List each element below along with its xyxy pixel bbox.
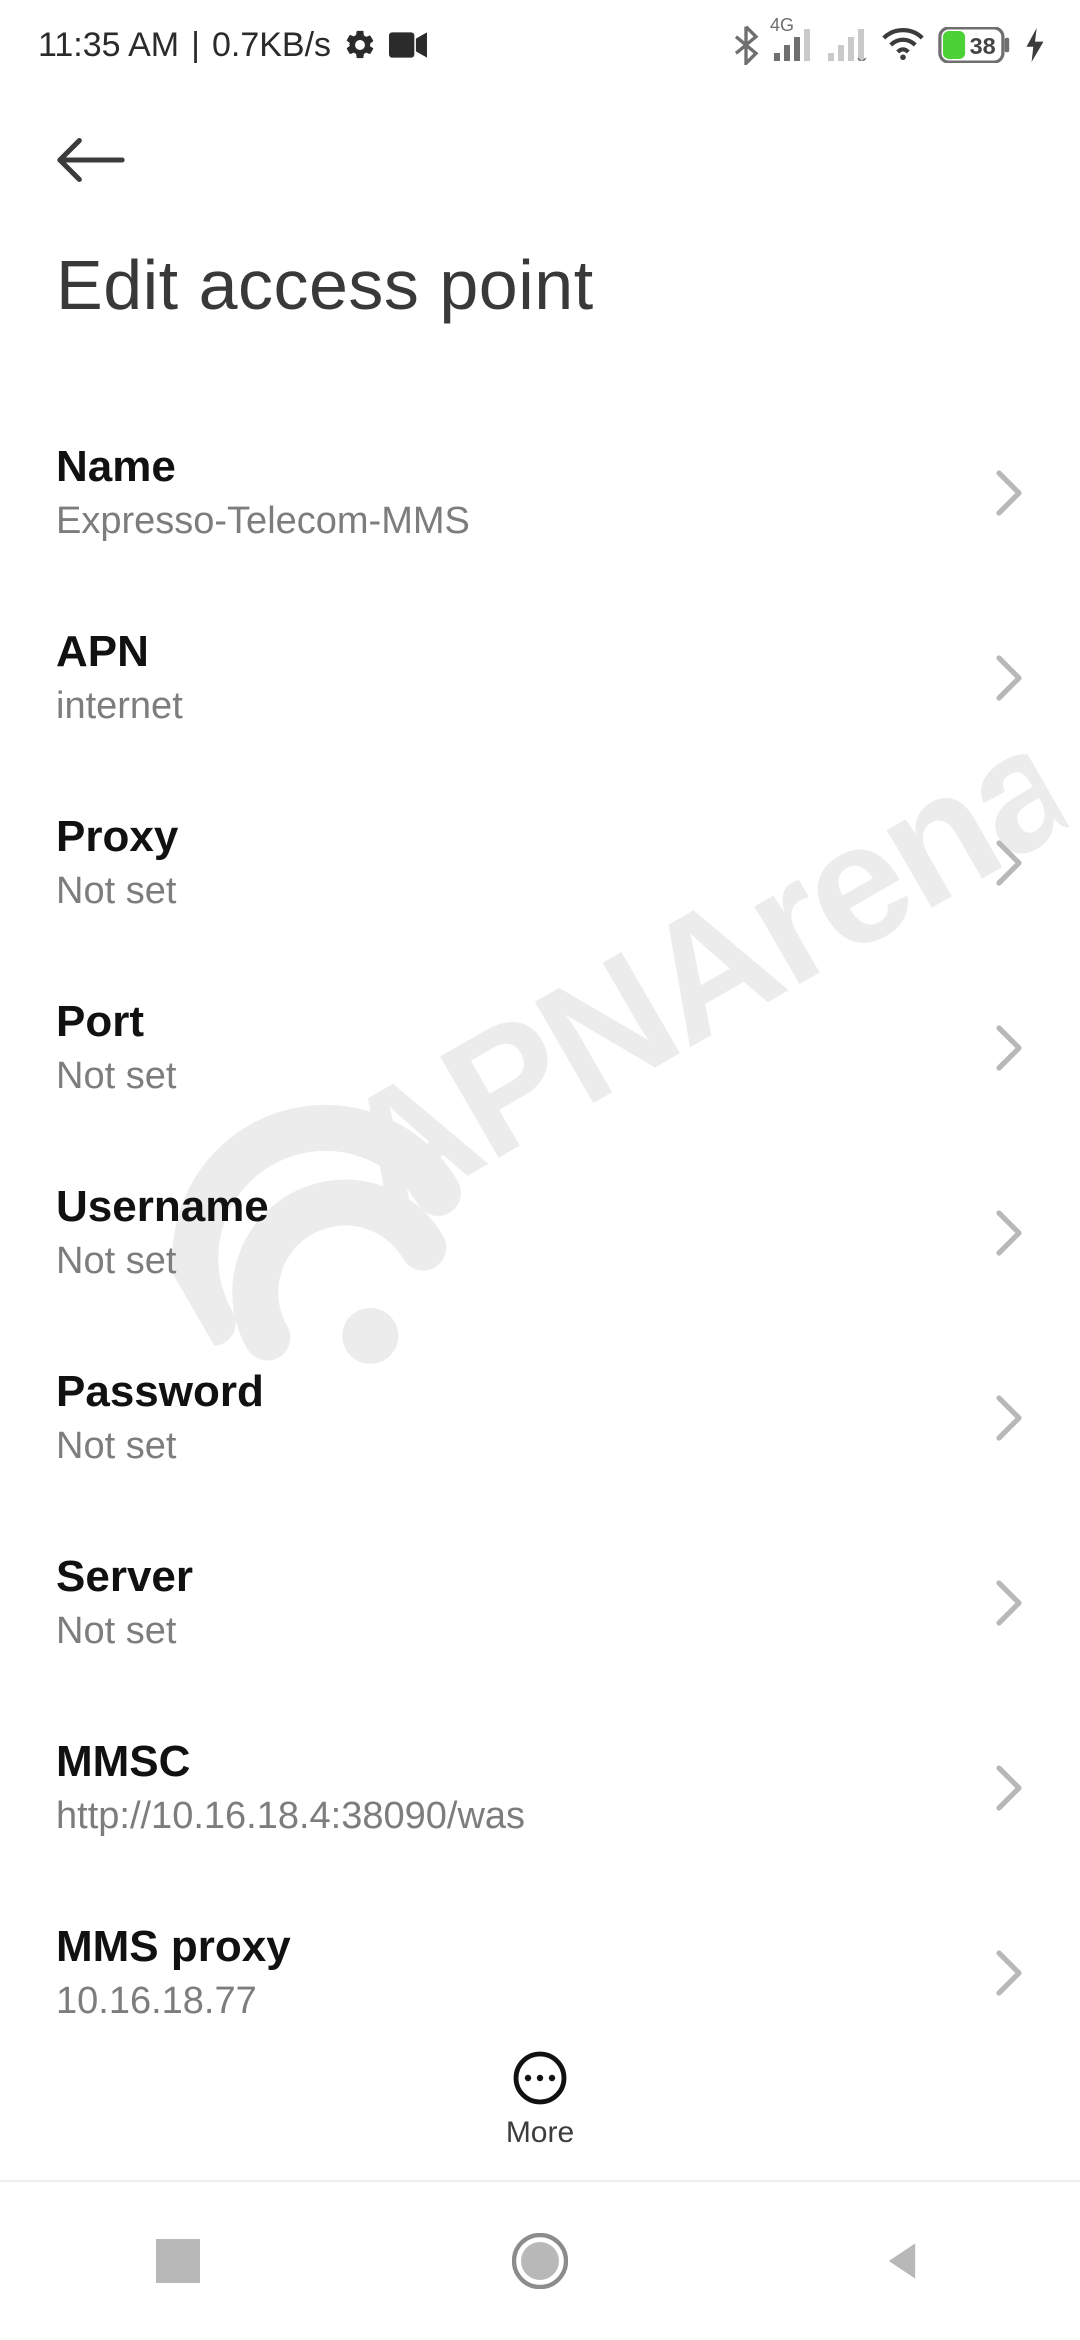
apn-field-row[interactable]: MMSC http://10.16.18.4:38090/was (0, 1695, 1080, 1880)
apn-field-text: Username Not set (56, 1182, 269, 1283)
apn-field-text: Password Not set (56, 1367, 264, 1468)
apn-field-text: Name Expresso-Telecom-MMS (56, 442, 470, 543)
apn-field-label: MMS proxy (56, 1922, 291, 1972)
apn-field-label: APN (56, 627, 183, 677)
apn-field-text: Proxy Not set (56, 812, 178, 913)
apn-field-row[interactable]: APN internet (0, 585, 1080, 770)
signal-4g-icon: 4G (774, 29, 814, 61)
apn-field-row[interactable]: Password Not set (0, 1325, 1080, 1510)
more-label: More (506, 2116, 574, 2150)
apn-field-value: Not set (56, 870, 178, 913)
chevron-right-icon (994, 839, 1024, 887)
bluetooth-icon (732, 25, 760, 65)
apn-field-label: Proxy (56, 812, 178, 862)
battery-icon: 38 (938, 27, 1012, 63)
chevron-right-icon (994, 1579, 1024, 1627)
apn-field-value: http://10.16.18.4:38090/was (56, 1795, 525, 1838)
more-button[interactable]: More (0, 2020, 1080, 2180)
gear-icon (343, 28, 377, 62)
chevron-right-icon (994, 654, 1024, 702)
apn-field-text: Server Not set (56, 1552, 193, 1653)
status-time: 11:35 AM (38, 26, 179, 65)
apn-field-row[interactable]: Proxy Not set (0, 770, 1080, 955)
status-net-speed: 0.7KB/s (212, 26, 331, 65)
apn-field-label: Name (56, 442, 470, 492)
apn-field-label: MMSC (56, 1737, 525, 1787)
page-title: Edit access point (56, 245, 594, 325)
apn-field-value: Not set (56, 1425, 264, 1468)
video-icon (389, 31, 427, 59)
chevron-right-icon (994, 469, 1024, 517)
apn-field-text: MMS proxy 10.16.18.77 (56, 1922, 291, 2023)
apn-field-value: internet (56, 685, 183, 728)
status-sep: | (191, 26, 200, 65)
status-right: 4G × 38 (732, 25, 1044, 65)
svg-text:38: 38 (970, 33, 996, 59)
wifi-icon (882, 28, 924, 62)
apn-field-text: MMSC http://10.16.18.4:38090/was (56, 1737, 525, 1838)
apn-field-value: Not set (56, 1610, 193, 1653)
signal-secondary-icon: × (828, 29, 868, 61)
charging-icon (1026, 28, 1044, 62)
svg-text:×: × (856, 52, 868, 61)
apn-field-label: Username (56, 1182, 269, 1232)
chevron-right-icon (994, 1764, 1024, 1812)
apn-field-label: Password (56, 1367, 264, 1417)
apn-field-row[interactable]: Port Not set (0, 955, 1080, 1140)
chevron-right-icon (994, 1024, 1024, 1072)
more-icon (512, 2050, 568, 2106)
chevron-right-icon (994, 1209, 1024, 1257)
apn-field-text: Port Not set (56, 997, 176, 1098)
system-nav-bar (0, 2180, 1080, 2340)
chevron-right-icon (994, 1949, 1024, 1997)
apn-field-value: Not set (56, 1055, 176, 1098)
chevron-right-icon (994, 1394, 1024, 1442)
apn-field-label: Server (56, 1552, 193, 1602)
app-bar (0, 90, 1080, 230)
apn-field-value: 10.16.18.77 (56, 1980, 291, 2023)
nav-recent-icon[interactable] (156, 2239, 200, 2283)
apn-field-text: APN internet (56, 627, 183, 728)
status-left: 11:35 AM | 0.7KB/s (38, 26, 427, 65)
back-arrow-icon[interactable] (56, 135, 126, 185)
apn-field-label: Port (56, 997, 176, 1047)
status-bar: 11:35 AM | 0.7KB/s 4G × 38 (0, 0, 1080, 90)
apn-field-value: Expresso-Telecom-MMS (56, 500, 470, 543)
apn-field-row[interactable]: Username Not set (0, 1140, 1080, 1325)
signal-4g-label: 4G (770, 15, 794, 36)
apn-field-row[interactable]: Server Not set (0, 1510, 1080, 1695)
apn-field-row[interactable]: Name Expresso-Telecom-MMS (0, 400, 1080, 585)
apn-field-value: Not set (56, 1240, 269, 1283)
nav-home-icon[interactable] (512, 2233, 568, 2289)
nav-back-icon[interactable] (880, 2239, 924, 2283)
